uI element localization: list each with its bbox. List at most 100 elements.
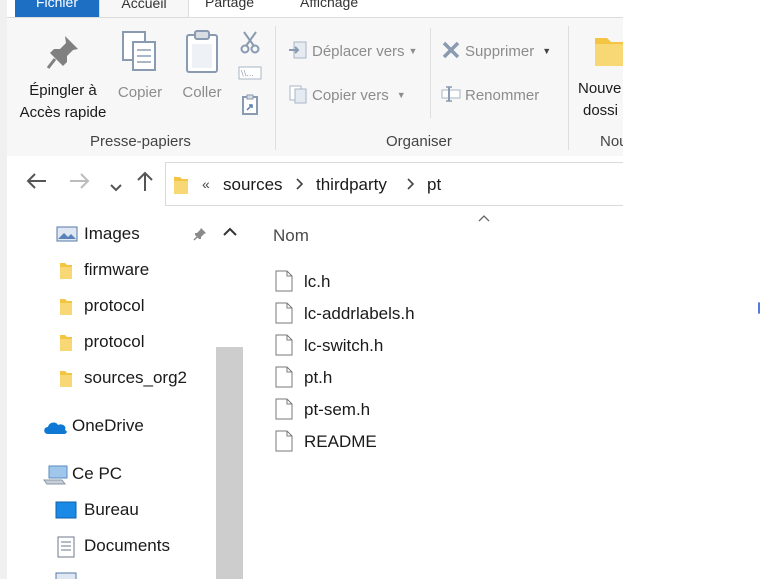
file-item[interactable]: lc.h: [273, 268, 473, 296]
scroll-up-chevron-icon[interactable]: [223, 224, 237, 240]
copy-path-icon[interactable]: \\...: [238, 66, 262, 80]
new-folder-label-line1: Nouve: [578, 80, 622, 97]
file-name: README: [304, 432, 377, 451]
cut-icon[interactable]: [240, 30, 260, 54]
file-name: pt-sem.h: [304, 400, 371, 419]
up-arrow-icon[interactable]: [135, 170, 155, 198]
images-icon: [56, 226, 78, 242]
onedrive-cloud-icon: [44, 422, 67, 434]
tab-share[interactable]: Partage: [205, 0, 254, 16]
folder-icon: [60, 371, 72, 387]
clipboard-group-label: Presse-papiers: [90, 133, 191, 150]
recent-locations-chevron-icon[interactable]: [110, 176, 122, 199]
pin-icon[interactable]: [193, 227, 207, 241]
ribbon-separator: [568, 26, 569, 150]
copy-icon: [122, 31, 156, 71]
navigation-pane: Images firmware protocol protocol source…: [7, 212, 243, 579]
file-name: lc-switch.h: [304, 336, 384, 355]
column-header-name[interactable]: Nom: [273, 226, 309, 246]
delete-x-icon: [442, 41, 460, 59]
copy-to-label: Copier vers: [312, 87, 389, 104]
rename-label: Renommer: [465, 87, 540, 104]
file-name: lc-addrlabels.h: [304, 304, 415, 323]
ribbon-tabs: Fichier Accueil Partage Affichage: [7, 0, 623, 22]
delete-label: Supprimer: [465, 43, 535, 60]
window-left-edge: [0, 0, 7, 579]
nav-item-this-pc[interactable]: Ce PC: [7, 459, 212, 489]
file-icon: [275, 302, 293, 324]
rename-button[interactable]: Renommer: [441, 84, 539, 104]
file-icon: [275, 270, 293, 292]
nav-item-sources-org2[interactable]: sources_org2: [7, 363, 212, 393]
breadcrumb-separator-icon[interactable]: [296, 177, 304, 193]
forward-arrow-icon[interactable]: [69, 171, 91, 197]
copy-label: Copier: [117, 84, 163, 101]
nav-item-label: Documents: [84, 536, 170, 555]
file-name: lc.h: [304, 272, 331, 291]
sort-ascending-chevron-icon[interactable]: [478, 211, 490, 225]
file-item[interactable]: pt.h: [273, 364, 473, 392]
nav-pane-scrollbar[interactable]: [216, 216, 243, 579]
ribbon-separator: [430, 28, 431, 118]
chevron-down-icon: ▼: [542, 46, 552, 56]
file-item[interactable]: lc-switch.h: [273, 332, 473, 360]
folder-icon: [595, 38, 623, 66]
scrollbar-thumb[interactable]: [216, 347, 243, 579]
nav-item-firmware[interactable]: firmware: [7, 255, 212, 285]
pin-quick-access-button[interactable]: Épingler à Accès rapide: [15, 34, 111, 124]
file-list-pane: Nom lc.h lc-addrlabels.h lc-switch.h pt.…: [243, 212, 623, 579]
breadcrumb-separator-icon[interactable]: [407, 177, 415, 193]
file-item[interactable]: README: [273, 428, 473, 456]
clipboard-icon: [186, 30, 218, 73]
nav-item-label: Images: [84, 224, 140, 243]
paste-shortcut-icon[interactable]: [241, 94, 259, 116]
svg-text:\\...: \\...: [241, 69, 254, 78]
nav-item-label: protocol: [84, 296, 145, 315]
nav-item-documents[interactable]: Documents: [7, 531, 212, 561]
nav-item-label: Ce PC: [72, 464, 123, 483]
organize-group-label: Organiser: [386, 133, 452, 150]
new-folder-label-line2: dossi: [583, 102, 619, 119]
address-bar[interactable]: « sources thirdparty pt: [165, 162, 623, 206]
folder-icon: [60, 299, 72, 315]
nav-item-images[interactable]: Images: [7, 219, 212, 249]
breadcrumb-thirdparty[interactable]: thirdparty: [316, 175, 387, 195]
move-to-icon: [289, 41, 307, 59]
documents-icon: [57, 536, 75, 558]
folder-icon: [60, 335, 72, 351]
navigation-bar: « sources thirdparty pt: [7, 156, 623, 212]
file-icon: [275, 430, 293, 452]
nav-item-partial[interactable]: [7, 567, 212, 579]
nav-item-protocol[interactable]: protocol: [7, 291, 212, 321]
ribbon-separator: [275, 26, 276, 150]
new-group-label: Nou: [600, 133, 623, 150]
nav-item-label: Bureau: [84, 500, 139, 519]
nav-item-label: OneDrive: [72, 416, 144, 435]
file-item[interactable]: pt-sem.h: [273, 396, 473, 424]
copy-to-icon: [289, 85, 307, 104]
tab-view[interactable]: Affichage: [300, 0, 358, 16]
nav-item-desktop[interactable]: Bureau: [7, 495, 212, 525]
breadcrumb-pt[interactable]: pt: [427, 175, 441, 195]
paste-button[interactable]: Coller: [175, 30, 229, 104]
copy-to-button[interactable]: Copier vers ▼: [288, 84, 406, 104]
nav-item-label: sources_org2: [84, 368, 188, 387]
copy-button[interactable]: Copier: [113, 30, 167, 104]
file-icon: [275, 398, 293, 420]
nav-item-label: firmware: [84, 260, 150, 279]
back-arrow-icon[interactable]: [25, 171, 47, 197]
rename-icon: [441, 86, 461, 102]
delete-button[interactable]: Supprimer ▼: [441, 40, 551, 60]
nav-item-onedrive[interactable]: OneDrive: [7, 411, 212, 441]
file-icon: [275, 366, 293, 388]
file-item[interactable]: lc-addrlabels.h: [273, 300, 473, 328]
nav-item-protocol[interactable]: protocol: [7, 327, 212, 357]
tab-home[interactable]: Accueil: [99, 0, 189, 17]
move-to-button[interactable]: Déplacer vers ▼: [288, 40, 417, 60]
desktop-icon: [55, 501, 77, 519]
breadcrumb-sources[interactable]: sources: [223, 175, 283, 195]
new-folder-button[interactable]: Nouve dossi: [577, 30, 623, 122]
chevron-down-icon: ▼: [408, 46, 418, 56]
ribbon: Épingler à Accès rapide Copier Coller \\…: [7, 17, 623, 157]
overflow-chevron[interactable]: «: [202, 176, 210, 192]
